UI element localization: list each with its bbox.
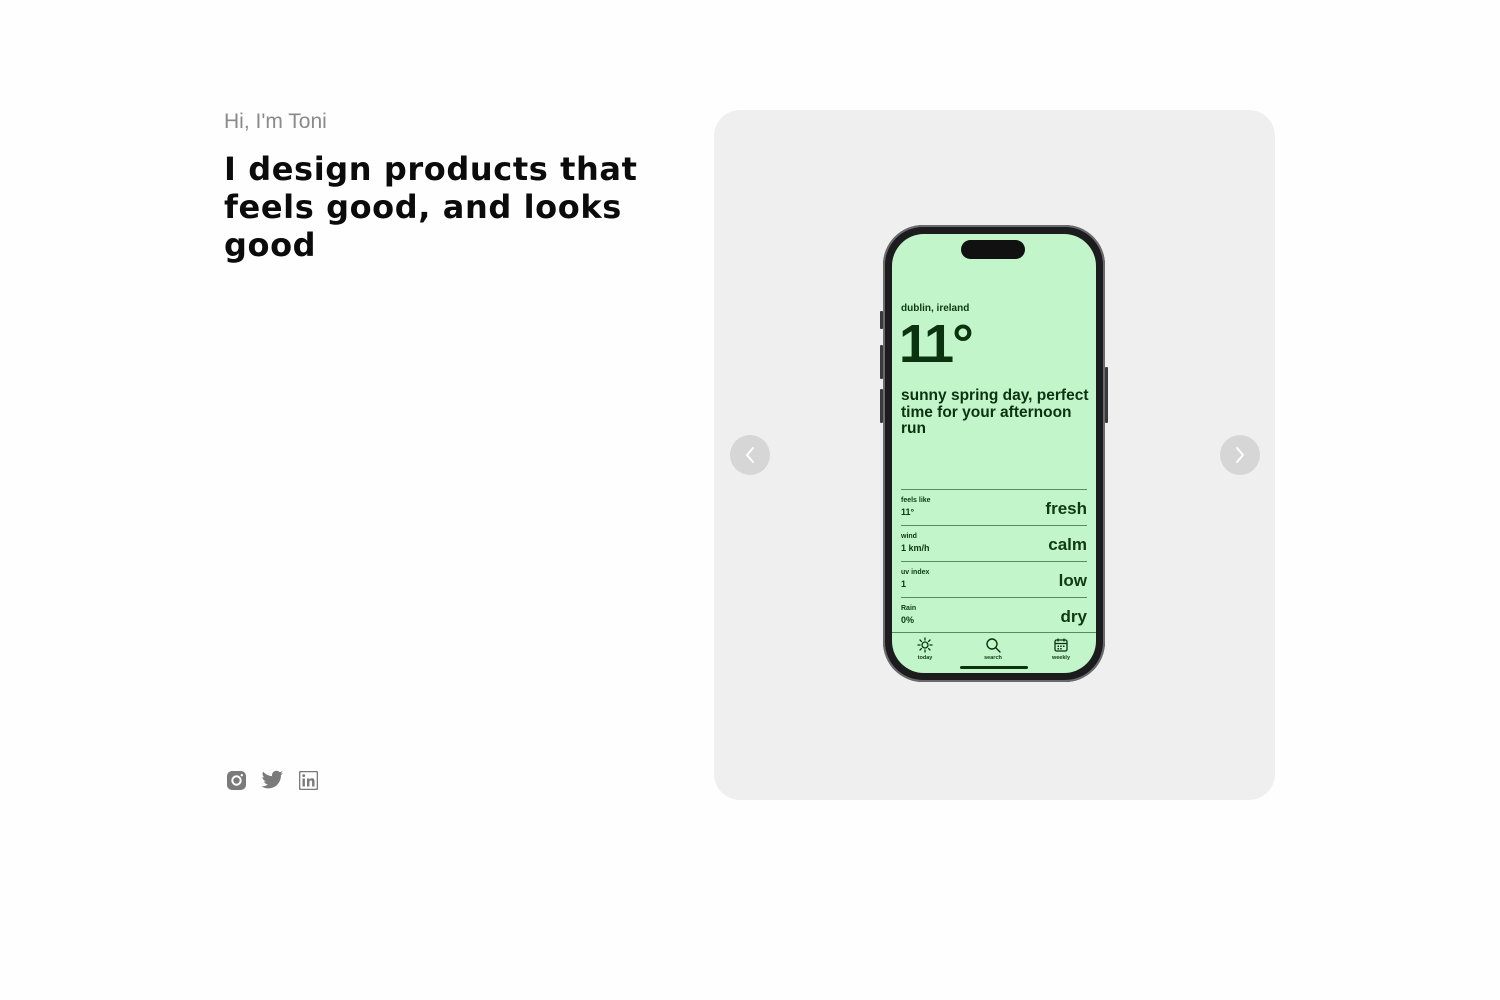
detail-word: dry [1060,607,1087,626]
detail-word: calm [1048,535,1087,554]
detail-label: feels like [901,497,931,504]
project-carousel: dublin, ireland 11° sunny spring day, pe… [714,110,1275,800]
chevron-right-icon [1236,447,1244,463]
detail-word: fresh [1045,499,1087,518]
sun-icon [917,637,933,653]
instagram-icon[interactable] [224,768,248,792]
headline: I design products that feels good, and l… [224,150,638,264]
detail-value: 1 [901,579,907,589]
phone-mockup: dublin, ireland 11° sunny spring day, pe… [880,225,1108,682]
home-indicator [960,666,1028,669]
chevron-left-icon [746,447,754,463]
detail-row-rain: Rain 0% dry [901,597,1087,633]
weather-details: feels like 11° fresh wind 1 km/h calm uv… [901,489,1087,633]
twitter-icon[interactable] [260,768,284,792]
weather-app-screen: dublin, ireland 11° sunny spring day, pe… [892,234,1096,673]
tab-label: today [917,655,933,661]
phone-side-button [880,345,883,379]
detail-row-wind: wind 1 km/h calm [901,525,1087,561]
detail-value: 0% [901,615,915,625]
phone-side-button [880,389,883,423]
tab-label: search [984,655,1002,661]
dynamic-island [961,240,1025,259]
detail-row-uv-index: uv index 1 low [901,561,1087,597]
weather-description: sunny spring day, perfect time for your … [901,387,1089,437]
phone-side-button [880,311,883,329]
detail-value: 11° [901,507,915,517]
detail-label: wind [901,533,917,540]
detail-row-feels-like: feels like 11° fresh [901,489,1087,525]
detail-value: 1 km/h [901,543,930,553]
calendar-icon [1054,638,1068,652]
tab-search[interactable]: search [973,637,1013,661]
tab-label: weekly [1051,655,1071,661]
detail-label: uv index [901,569,930,576]
tab-weekly[interactable]: weekly [1041,637,1081,661]
carousel-next-button[interactable] [1220,435,1260,475]
tab-bar: today search weekly [892,632,1096,663]
intro: Hi, I'm Toni I design products that feel… [224,108,664,264]
temperature: 11° [899,314,974,374]
detail-label: Rain [901,605,917,612]
search-icon [986,638,1001,653]
tab-today[interactable]: today [905,637,945,661]
greeting: Hi, I'm Toni [224,110,327,133]
social-links [224,768,320,792]
phone-side-button [1105,367,1108,423]
linkedin-icon[interactable] [296,768,320,792]
carousel-prev-button[interactable] [730,435,770,475]
detail-word: low [1058,571,1087,590]
